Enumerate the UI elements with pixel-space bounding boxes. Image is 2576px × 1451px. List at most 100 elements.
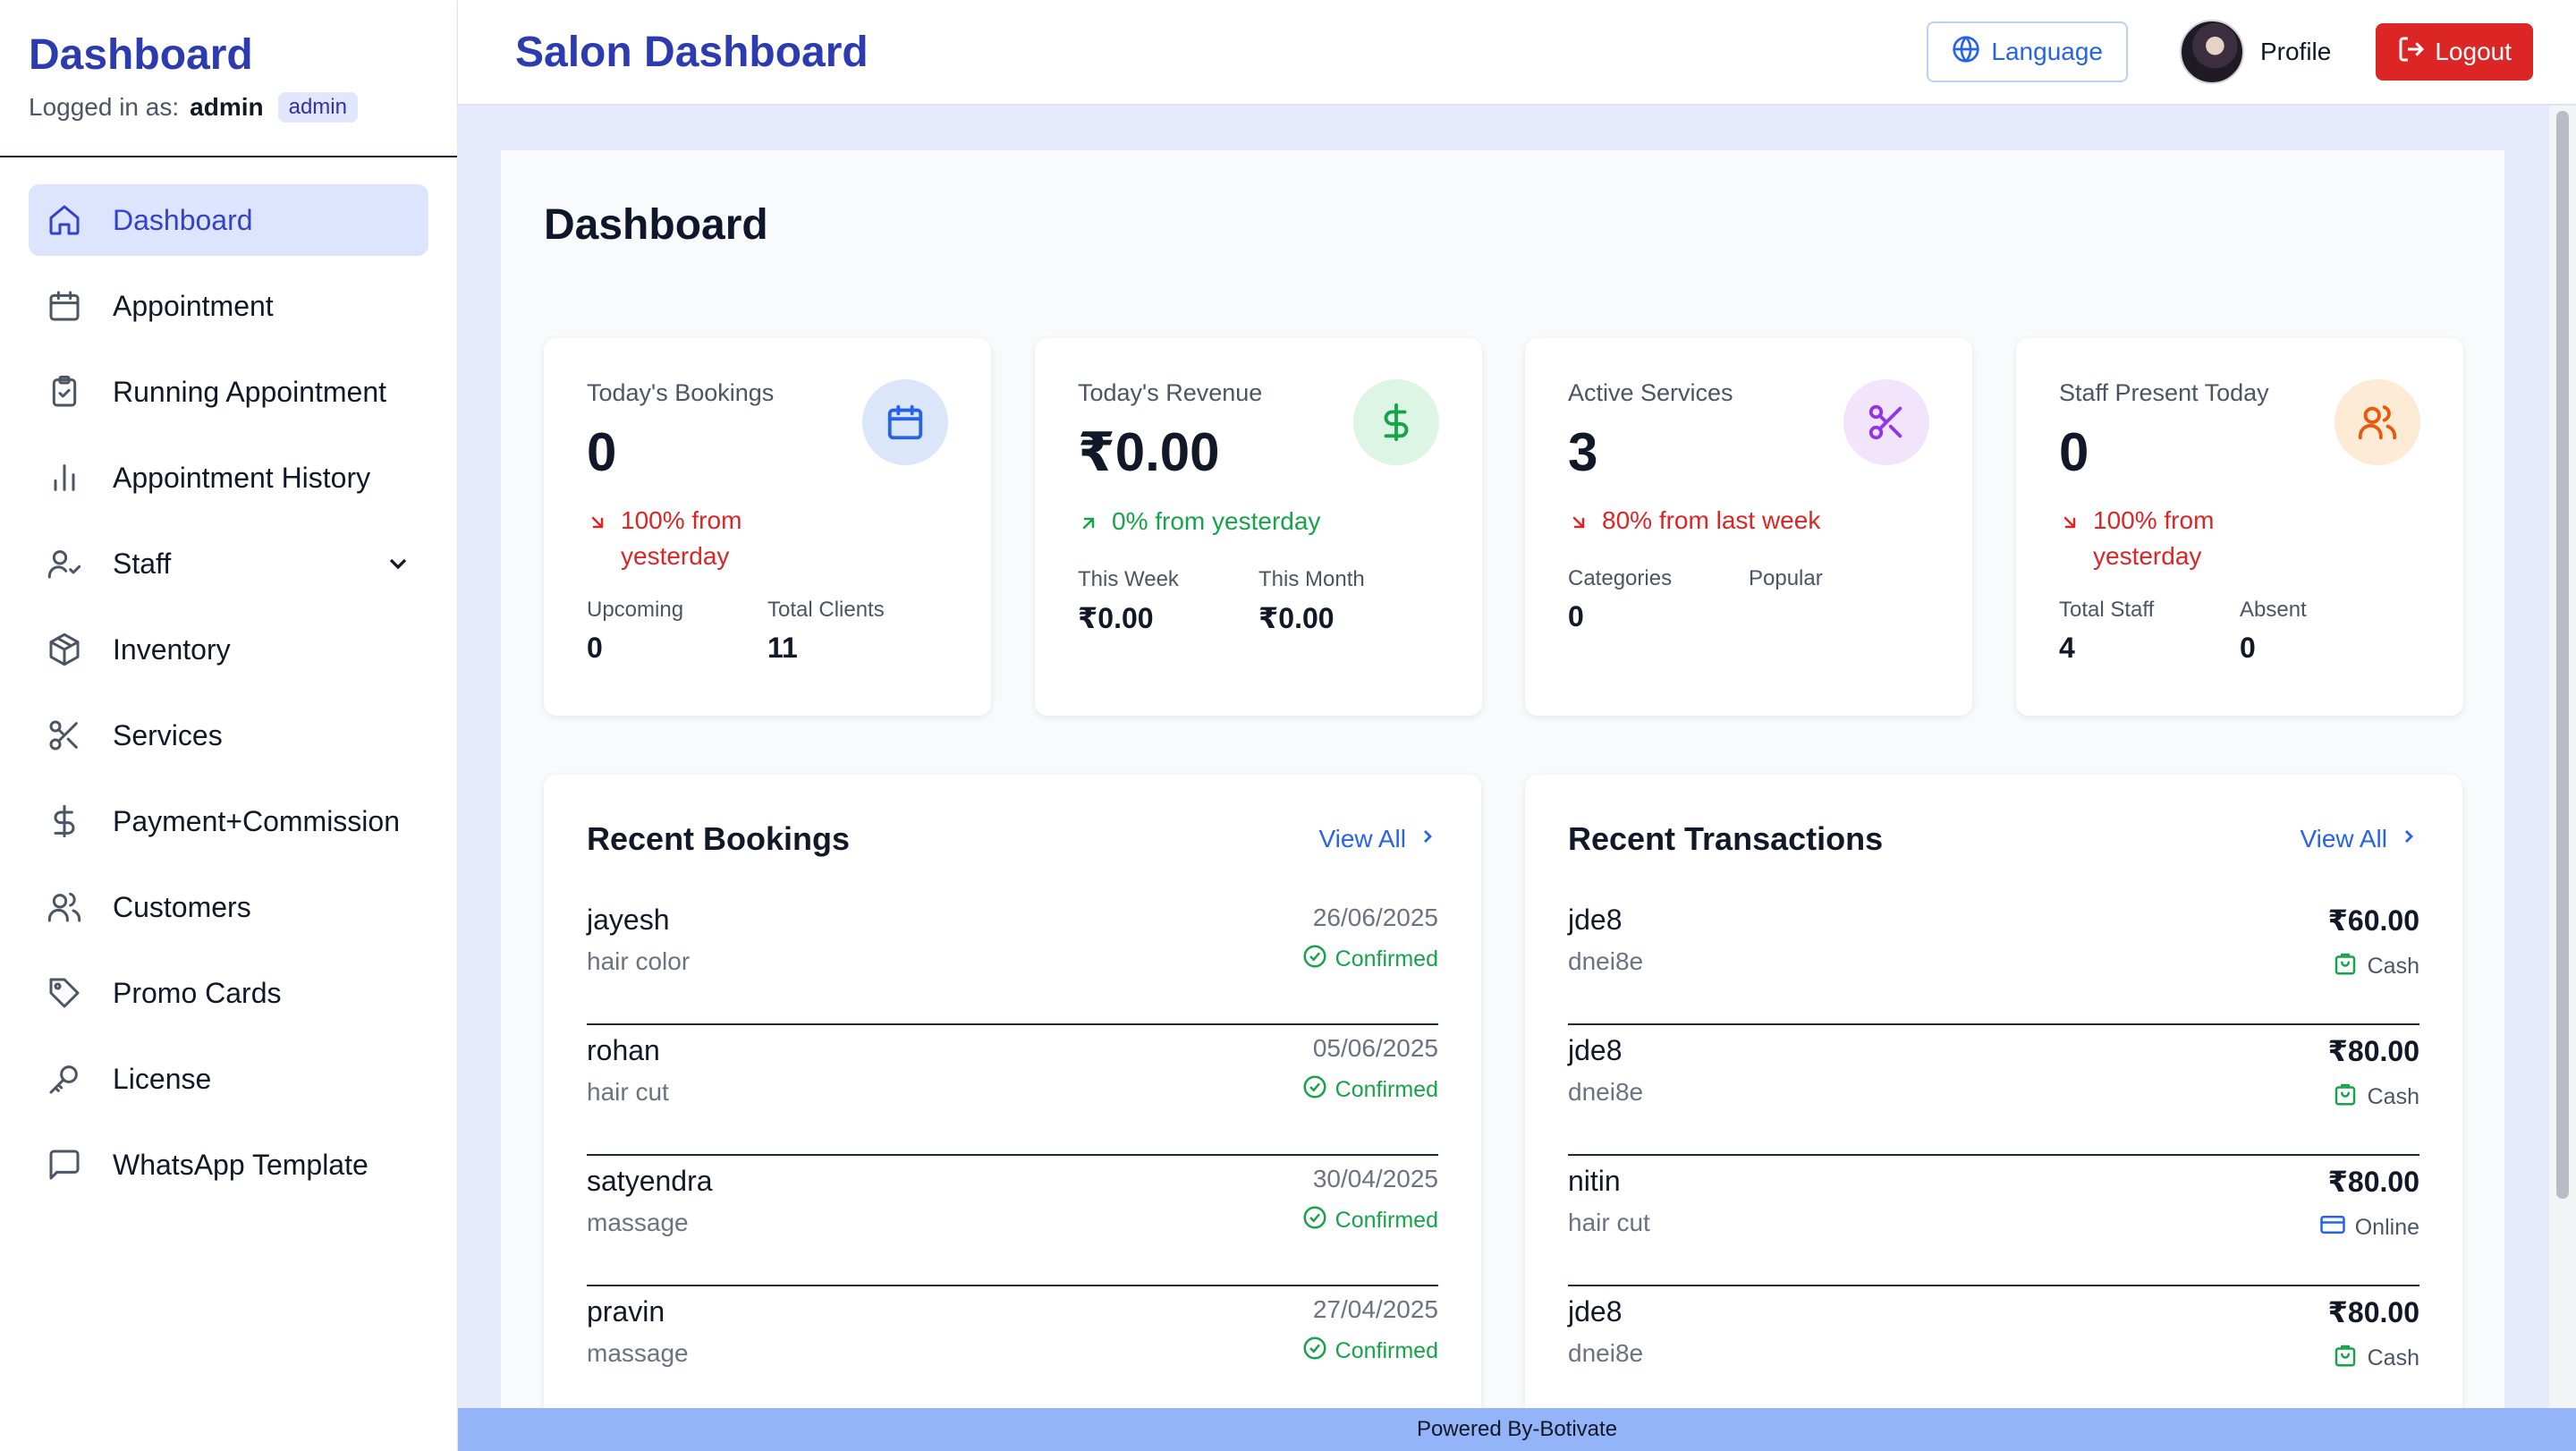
payment-method-label: Cash: [2367, 1084, 2419, 1109]
page-title: Dashboard: [544, 201, 768, 249]
sidebar-item-label: Customers: [113, 890, 251, 923]
transaction-customer: jde8: [1568, 1295, 1623, 1328]
trend-text: 100% from yesterday: [2093, 506, 2215, 570]
language-label: Language: [1991, 38, 2103, 65]
recent-bookings-header: Recent Bookings View All: [587, 820, 1438, 857]
avatar[interactable]: [2179, 20, 2244, 84]
users-icon: [45, 887, 84, 927]
booking-customer: satyendra: [587, 1165, 713, 1197]
sidebar-item-promo-cards[interactable]: Promo Cards: [29, 957, 428, 1029]
check-circle-icon: [1301, 1335, 1328, 1368]
sub-stat-value: ₹0.00: [1078, 602, 1154, 634]
trend-text: 80% from last week: [1602, 506, 1821, 534]
logout-label: Logout: [2435, 38, 2512, 65]
list-item[interactable]: pravin massage 27/04/2025 Confirmed: [587, 1286, 1438, 1417]
booking-date: 26/06/2025: [1312, 904, 1438, 931]
list-item[interactable]: jde8 dnei8e ₹80.00 Cash: [1568, 1286, 2419, 1417]
booking-customer: pravin: [587, 1295, 665, 1328]
booking-customer: jayesh: [587, 904, 670, 936]
recent-transactions-header: Recent Transactions View All: [1568, 820, 2419, 857]
sub-stat-value: 0: [1568, 600, 1584, 632]
sidebar-item-inventory[interactable]: Inventory: [29, 614, 428, 685]
stat-card-staff-present: Staff Present Today 0 100% from yesterda…: [2016, 338, 2463, 716]
sub-stat-label: Total Staff: [2059, 598, 2155, 622]
sidebar-item-label: Appointment: [113, 289, 274, 322]
sub-stat-label: Upcoming: [587, 598, 684, 622]
list-item[interactable]: satyendra massage 30/04/2025 Confirmed: [587, 1156, 1438, 1286]
bar-chart-icon: [45, 458, 84, 497]
booking-service: massage: [587, 1339, 689, 1367]
list-item[interactable]: jayesh hair color 26/06/2025 Confirmed: [587, 895, 1438, 1025]
arrow-down-right-icon: [2059, 503, 2093, 574]
chevron-down-icon[interactable]: [384, 549, 412, 578]
payment-method-label: Cash: [2367, 1345, 2419, 1370]
role-badge: admin: [277, 92, 358, 123]
list-item[interactable]: jde8 dnei8e ₹60.00 Cash: [1568, 895, 2419, 1025]
header-actions: Language Profile Logout: [1927, 20, 2533, 84]
transaction-detail: dnei8e: [1568, 1078, 1644, 1106]
booking-customer: rohan: [587, 1034, 660, 1066]
scrollbar-thumb[interactable]: [2556, 111, 2569, 1199]
transaction-customer: nitin: [1568, 1165, 1621, 1197]
cash-bag-icon: [2332, 950, 2359, 983]
sidebar-item-appointment[interactable]: Appointment: [29, 270, 428, 342]
payment-method: Cash: [2328, 1342, 2419, 1375]
sidebar-item-label: WhatsApp Template: [113, 1148, 369, 1181]
sub-stat-label: This Month: [1258, 567, 1365, 591]
sub-stat-absent: Absent 0: [2240, 598, 2420, 665]
sidebar: Dashboard Logged in as: admin admin Dash…: [0, 0, 458, 1451]
footer-text: Powered By-Botivate: [1416, 1417, 1618, 1441]
transaction-detail: hair cut: [1568, 1209, 1650, 1236]
tag-icon: [45, 973, 84, 1013]
sidebar-item-payment-commission[interactable]: Payment+Commission: [29, 785, 428, 857]
profile-button[interactable]: Profile: [2179, 20, 2332, 84]
bookings-view-all-link[interactable]: View All: [1318, 825, 1438, 853]
sidebar-item-label: Promo Cards: [113, 976, 282, 1009]
dashboard-panel: Dashboard Today's Bookings 0 100% from y…: [501, 150, 2504, 1426]
transactions-view-all-link[interactable]: View All: [2300, 825, 2419, 853]
status-badge: Confirmed: [1301, 943, 1438, 976]
credit-card-icon: [2319, 1211, 2346, 1244]
sidebar-item-staff[interactable]: Staff: [29, 528, 428, 599]
list-item[interactable]: jde8 dnei8e ₹80.00 Cash: [1568, 1025, 2419, 1156]
users-icon: [2334, 379, 2420, 465]
transaction-detail: dnei8e: [1568, 1339, 1644, 1367]
stat-sub-stats: This Week ₹0.00 This Month ₹0.00: [1078, 567, 1439, 635]
check-circle-icon: [1301, 943, 1328, 976]
payment-method: Cash: [2328, 950, 2419, 983]
sidebar-item-appointment-history[interactable]: Appointment History: [29, 442, 428, 513]
page-header-title: Salon Dashboard: [515, 28, 869, 76]
bookings-list: jayesh hair color 26/06/2025 Confirmed roh…: [587, 895, 1438, 1417]
sub-stat-label: This Week: [1078, 567, 1179, 591]
sidebar-item-label: Payment+Commission: [113, 804, 400, 837]
list-item[interactable]: rohan hair cut 05/06/2025 Confirmed: [587, 1025, 1438, 1156]
sidebar-item-running-appointment[interactable]: Running Appointment: [29, 356, 428, 428]
cash-bag-icon: [2332, 1342, 2359, 1375]
sidebar-nav: Dashboard Appointment Running Appointmen…: [0, 157, 457, 1201]
trend-text: 0% from yesterday: [1112, 507, 1321, 535]
sidebar-item-dashboard[interactable]: Dashboard: [29, 184, 428, 256]
sidebar-item-whatsapp-template[interactable]: WhatsApp Template: [29, 1129, 428, 1201]
sub-stat-label: Categories: [1568, 566, 1673, 590]
language-button[interactable]: Language: [1927, 21, 2128, 82]
sidebar-item-customers[interactable]: Customers: [29, 871, 428, 943]
profile-label: Profile: [2259, 38, 2332, 65]
check-circle-icon: [1301, 1204, 1328, 1237]
vertical-scrollbar[interactable]: [2549, 106, 2576, 1408]
logout-button[interactable]: Logout: [2376, 23, 2533, 81]
user-check-icon: [45, 544, 84, 583]
logout-icon: [2397, 35, 2426, 70]
stat-sub-stats: Categories 0 Popular: [1568, 566, 1929, 633]
stat-trend: 100% from yesterday: [2059, 503, 2420, 574]
view-all-label: View All: [1318, 825, 1406, 853]
stat-card-active-services: Active Services 3 80% from last week Cat…: [1525, 338, 1972, 716]
booking-service: hair cut: [587, 1078, 669, 1106]
sidebar-item-license[interactable]: License: [29, 1043, 428, 1115]
dollar-icon: [1353, 379, 1439, 465]
booking-service: hair color: [587, 947, 691, 975]
sub-stat-label: Absent: [2240, 598, 2307, 622]
logged-in-prefix: Logged in as:: [29, 93, 180, 121]
list-item[interactable]: nitin hair cut ₹80.00 Online: [1568, 1156, 2419, 1286]
sidebar-item-services[interactable]: Services: [29, 700, 428, 771]
main-content: Dashboard Today's Bookings 0 100% from y…: [458, 106, 2549, 1426]
